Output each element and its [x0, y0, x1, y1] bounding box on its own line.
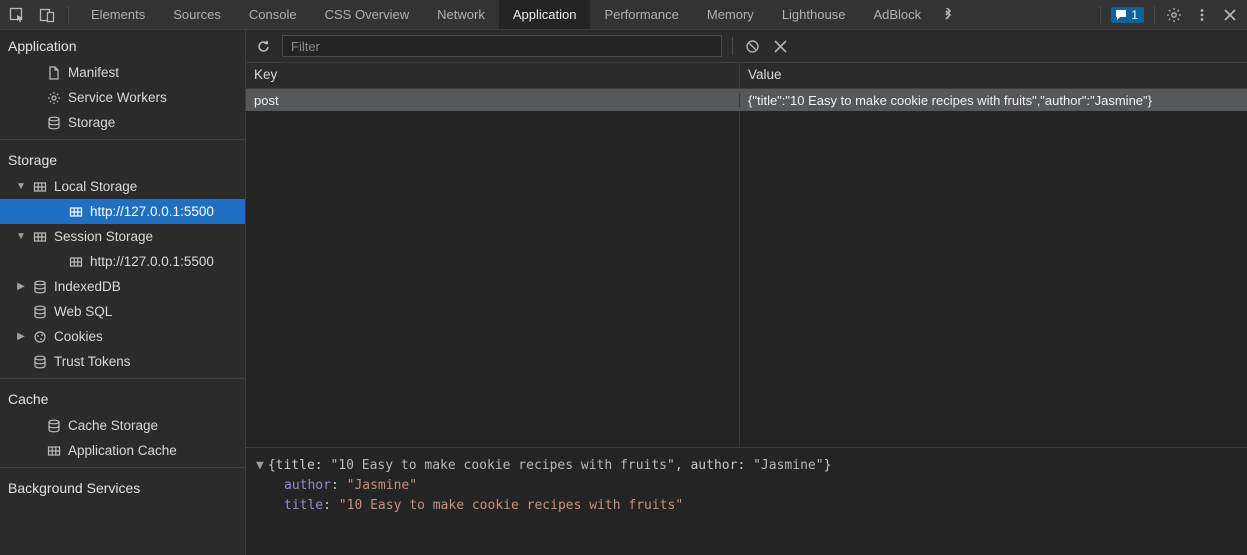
sidebar-item-local-storage[interactable]: ▼ Local Storage: [0, 174, 245, 199]
storage-content-pane: Key Value post{"title":"10 Easy to make …: [246, 30, 1247, 555]
sidebar-item-indexeddb[interactable]: ▶ IndexedDB: [0, 274, 245, 299]
tab-memory[interactable]: Memory: [693, 0, 768, 29]
sidebar-group-title: Application: [0, 30, 245, 60]
tab-elements[interactable]: Elements: [77, 0, 159, 29]
chevron-right-icon[interactable]: ▶: [16, 331, 26, 342]
divider: [68, 6, 69, 24]
divider: [1100, 6, 1101, 24]
sidebar-item-label: http://127.0.0.1:5500: [90, 204, 214, 219]
sidebar-group-title: Storage: [0, 144, 245, 174]
close-devtools-icon[interactable]: [1221, 6, 1239, 24]
sidebar-item-label: Application Cache: [68, 443, 177, 458]
filter-input[interactable]: [282, 35, 722, 57]
grid-icon: [68, 254, 84, 270]
sidebar-item-http-127-0-0-1-5500[interactable]: http://127.0.0.1:5500: [0, 249, 245, 274]
sidebar-group-title: Background Services: [0, 472, 245, 502]
divider: [1154, 6, 1155, 24]
sidebar-item-label: Cache Storage: [68, 418, 158, 433]
db-icon: [32, 354, 48, 370]
sidebar-item-label: Local Storage: [54, 179, 137, 194]
file-icon: [46, 65, 62, 81]
sidebar-item-cookies[interactable]: ▶ Cookies: [0, 324, 245, 349]
value-preview-pane: ▼{title: "10 Easy to make cookie recipes…: [246, 447, 1247, 555]
chevron-right-icon[interactable]: ▶: [16, 281, 26, 292]
inspect-element-icon[interactable]: [8, 6, 26, 24]
devtools-topbar: ElementsSourcesConsoleCSS OverviewNetwor…: [0, 0, 1247, 30]
messages-badge[interactable]: 1: [1111, 7, 1144, 23]
sidebar-item-label: Trust Tokens: [54, 354, 131, 369]
db-icon: [46, 115, 62, 131]
sidebar-item-label: Web SQL: [54, 304, 112, 319]
sidebar-item-label: Storage: [68, 115, 115, 130]
sidebar-group-title: Cache: [0, 383, 245, 413]
tab-performance[interactable]: Performance: [590, 0, 692, 29]
cookie-icon: [32, 329, 48, 345]
tab-css-overview[interactable]: CSS Overview: [311, 0, 424, 29]
tab-adblock[interactable]: AdBlock: [859, 0, 935, 29]
delete-selected-icon[interactable]: [771, 37, 789, 55]
tab-lighthouse[interactable]: Lighthouse: [768, 0, 860, 29]
sidebar-item-http-127-0-0-1-5500[interactable]: http://127.0.0.1:5500: [0, 199, 245, 224]
kv-empty-area: [246, 111, 1247, 447]
sidebar-item-application-cache[interactable]: Application Cache: [0, 438, 245, 463]
kv-table-body: post{"title":"10 Easy to make cookie rec…: [246, 89, 1247, 447]
sidebar-item-cache-storage[interactable]: Cache Storage: [0, 413, 245, 438]
db-icon: [32, 279, 48, 295]
sidebar-item-storage[interactable]: Storage: [0, 110, 245, 135]
sidebar-item-label: Session Storage: [54, 229, 153, 244]
sidebar-item-trust-tokens[interactable]: Trust Tokens: [0, 349, 245, 374]
devtools-tabs: ElementsSourcesConsoleCSS OverviewNetwor…: [77, 0, 935, 29]
tab-sources[interactable]: Sources: [159, 0, 235, 29]
sidebar-item-session-storage[interactable]: ▼ Session Storage: [0, 224, 245, 249]
grid-icon: [46, 443, 62, 459]
chevron-down-icon[interactable]: ▼: [16, 231, 26, 242]
main-split: Application Manifest Service Workers Storag…: [0, 30, 1247, 555]
sidebar-divider: [0, 139, 245, 140]
grid-icon: [32, 179, 48, 195]
preview-prop-title[interactable]: title: "10 Easy to make cookie recipes w…: [256, 496, 1237, 516]
kv-table-header: Key Value: [246, 63, 1247, 89]
application-sidebar: Application Manifest Service Workers Storag…: [0, 30, 246, 555]
gear-icon: [46, 90, 62, 106]
clear-all-icon[interactable]: [743, 37, 761, 55]
tab-network[interactable]: Network: [423, 0, 499, 29]
kv-cell-value[interactable]: {"title":"10 Easy to make cookie recipes…: [740, 93, 1247, 108]
grid-icon: [68, 204, 84, 220]
tab-console[interactable]: Console: [235, 0, 311, 29]
sidebar-item-web-sql[interactable]: Web SQL: [0, 299, 245, 324]
sidebar-divider: [0, 467, 245, 468]
sidebar-item-label: IndexedDB: [54, 279, 121, 294]
device-toolbar-icon[interactable]: [38, 6, 56, 24]
kebab-menu-icon[interactable]: [1193, 6, 1211, 24]
sidebar-divider: [0, 378, 245, 379]
kv-header-key[interactable]: Key: [246, 63, 740, 88]
chevron-down-icon[interactable]: ▼: [16, 181, 26, 192]
preview-summary-line[interactable]: ▼{title: "10 Easy to make cookie recipes…: [256, 456, 1237, 476]
divider: [732, 37, 733, 55]
sidebar-item-manifest[interactable]: Manifest: [0, 60, 245, 85]
db-icon: [32, 304, 48, 320]
messages-count: 1: [1131, 8, 1138, 22]
kv-header-value[interactable]: Value: [740, 63, 1247, 88]
db-icon: [46, 418, 62, 434]
sidebar-item-service-workers[interactable]: Service Workers: [0, 85, 245, 110]
kv-cell-key[interactable]: post: [246, 93, 740, 108]
storage-toolbar: [246, 30, 1247, 63]
sidebar-item-label: http://127.0.0.1:5500: [90, 254, 214, 269]
grid-icon: [32, 229, 48, 245]
preview-prop-author[interactable]: author: "Jasmine": [256, 476, 1237, 496]
settings-gear-icon[interactable]: [1165, 6, 1183, 24]
sidebar-item-label: Cookies: [54, 329, 103, 344]
more-tabs-icon[interactable]: [939, 6, 957, 24]
sidebar-item-label: Manifest: [68, 65, 119, 80]
refresh-icon[interactable]: [254, 37, 272, 55]
tab-application[interactable]: Application: [499, 0, 591, 29]
kv-row[interactable]: post{"title":"10 Easy to make cookie rec…: [246, 89, 1247, 111]
sidebar-item-label: Service Workers: [68, 90, 167, 105]
